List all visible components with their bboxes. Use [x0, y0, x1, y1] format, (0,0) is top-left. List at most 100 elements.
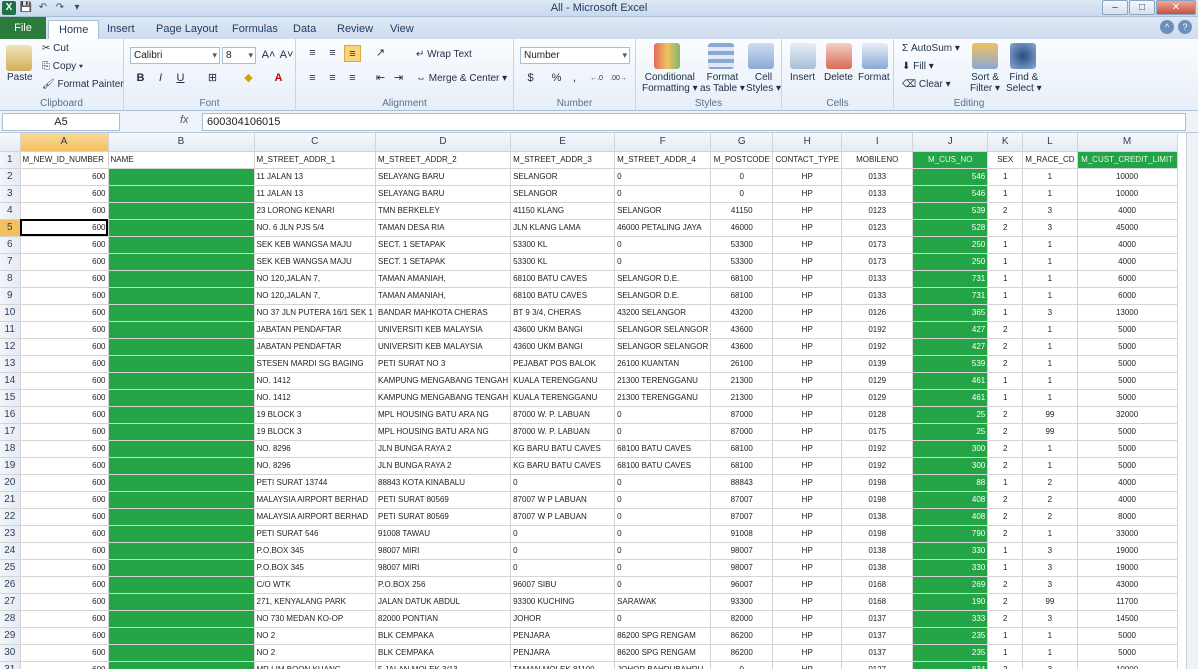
cell-l11[interactable]: 1 [1022, 321, 1078, 339]
cell-e5[interactable]: JLN KLANG LAMA [510, 219, 616, 237]
cell-e14[interactable]: KUALA TERENGGANU [510, 372, 616, 390]
cell-k19[interactable]: 2 [987, 457, 1024, 475]
cell-d23[interactable]: 91008 TAWAU [375, 525, 512, 543]
cell-b16[interactable] [108, 406, 255, 424]
align-left-icon[interactable]: ≡ [304, 70, 321, 87]
cell-a2[interactable]: 600 [20, 168, 109, 186]
cell-a26[interactable]: 600 [20, 576, 109, 594]
cell-l5[interactable]: 3 [1022, 219, 1078, 237]
cell-e30[interactable]: PENJARA [510, 644, 616, 662]
insert-cells-icon[interactable] [790, 43, 816, 69]
column-header-a[interactable]: A [20, 133, 109, 152]
cell-h22[interactable]: HP [772, 508, 843, 526]
cell-l21[interactable]: 2 [1022, 491, 1078, 509]
cell-m19[interactable]: 5000 [1077, 457, 1178, 475]
cell-e11[interactable]: 43600 UKM BANGI [510, 321, 616, 339]
cell-c20[interactable]: PETI SURAT 13744 [254, 474, 376, 492]
cell-j31[interactable]: 834 [912, 661, 989, 669]
borders-icon[interactable]: ⊞ [204, 70, 221, 87]
cell-b30[interactable] [108, 644, 255, 662]
cell-d27[interactable]: JALAN DATUK ABDUL [375, 593, 512, 611]
cell-f4[interactable]: SELANGOR [614, 202, 712, 220]
cell-h6[interactable]: HP [772, 236, 843, 254]
cell-f27[interactable]: SARAWAK [614, 593, 712, 611]
cell-m9[interactable]: 6000 [1077, 287, 1178, 305]
cell-b1[interactable]: NAME [108, 151, 255, 169]
cell-c29[interactable]: NO 2 [254, 627, 376, 645]
cell-e22[interactable]: 87007 W P LABUAN [510, 508, 616, 526]
row-header-14[interactable]: 14 [0, 372, 21, 390]
cell-i8[interactable]: 0133 [841, 270, 914, 288]
cell-a19[interactable]: 600 [20, 457, 109, 475]
cell-f19[interactable]: 68100 BATU CAVES [614, 457, 712, 475]
cell-c3[interactable]: 11 JALAN 13 [254, 185, 376, 203]
cell-b25[interactable] [108, 559, 255, 577]
cell-g18[interactable]: 68100 [710, 440, 774, 458]
cell-m5[interactable]: 45000 [1077, 219, 1178, 237]
cell-e15[interactable]: KUALA TERENGGANU [510, 389, 616, 407]
format-cells-icon[interactable] [862, 43, 888, 69]
font-size-select[interactable]: 8 [222, 47, 256, 64]
cell-a18[interactable]: 600 [20, 440, 109, 458]
help-icon[interactable]: ? [1178, 20, 1192, 34]
maximize-button[interactable]: □ [1129, 0, 1155, 15]
cell-g21[interactable]: 87007 [710, 491, 774, 509]
cell-h13[interactable]: HP [772, 355, 843, 373]
cell-i23[interactable]: 0198 [841, 525, 914, 543]
cell-i24[interactable]: 0138 [841, 542, 914, 560]
cell-a1[interactable]: M_NEW_ID_NUMBER [20, 151, 109, 169]
cell-l7[interactable]: 1 [1022, 253, 1078, 271]
cell-c13[interactable]: STESEN MARDI SG BAGING [254, 355, 376, 373]
cell-b20[interactable] [108, 474, 255, 492]
cell-e13[interactable]: PEJABAT POS BALOK [510, 355, 616, 373]
cell-m28[interactable]: 14500 [1077, 610, 1178, 628]
row-header-10[interactable]: 10 [0, 304, 21, 322]
cell-k2[interactable]: 1 [987, 168, 1024, 186]
cell-a9[interactable]: 600 [20, 287, 109, 305]
cell-f1[interactable]: M_STREET_ADDR_4 [614, 151, 712, 169]
cell-m25[interactable]: 19000 [1077, 559, 1178, 577]
cell-d28[interactable]: 82000 PONTIAN [375, 610, 512, 628]
shrink-font-button[interactable]: A˅ [278, 47, 295, 64]
cell-l17[interactable]: 99 [1022, 423, 1078, 441]
cell-i30[interactable]: 0137 [841, 644, 914, 662]
row-header-1[interactable]: 1 [0, 151, 21, 169]
cell-l15[interactable]: 1 [1022, 389, 1078, 407]
select-all-corner[interactable] [0, 133, 21, 152]
cell-m13[interactable]: 5000 [1077, 355, 1178, 373]
cell-b23[interactable] [108, 525, 255, 543]
row-header-12[interactable]: 12 [0, 338, 21, 356]
cell-c24[interactable]: P.O.BOX 345 [254, 542, 376, 560]
cell-a28[interactable]: 600 [20, 610, 109, 628]
paste-button[interactable]: Paste [7, 72, 33, 83]
align-right-icon[interactable]: ≡ [344, 70, 361, 87]
cell-l13[interactable]: 1 [1022, 355, 1078, 373]
cell-g25[interactable]: 98007 [710, 559, 774, 577]
delete-button[interactable]: Delete [824, 72, 853, 83]
cell-d20[interactable]: 88843 KOTA KINABALU [375, 474, 512, 492]
font-name-select[interactable]: Calibri [130, 47, 220, 64]
grow-font-button[interactable]: A˄ [260, 47, 277, 64]
cell-h20[interactable]: HP [772, 474, 843, 492]
cell-l8[interactable]: 1 [1022, 270, 1078, 288]
close-button[interactable]: ✕ [1156, 0, 1196, 15]
cell-m4[interactable]: 4000 [1077, 202, 1178, 220]
cell-e2[interactable]: SELANGOR [510, 168, 616, 186]
row-header-15[interactable]: 15 [0, 389, 21, 407]
increase-decimal-button[interactable]: ←.0 [588, 70, 605, 87]
cell-l26[interactable]: 3 [1022, 576, 1078, 594]
cell-b13[interactable] [108, 355, 255, 373]
formula-input[interactable]: 600304106015 [202, 113, 1186, 131]
cell-g1[interactable]: M_POSTCODE [710, 151, 774, 169]
cell-e28[interactable]: JOHOR [510, 610, 616, 628]
cell-m3[interactable]: 10000 [1077, 185, 1178, 203]
cell-l31[interactable]: 3 [1022, 661, 1078, 669]
cell-i10[interactable]: 0126 [841, 304, 914, 322]
cell-j9[interactable]: 731 [912, 287, 989, 305]
cell-c8[interactable]: NO 120,JALAN 7, [254, 270, 376, 288]
cell-d14[interactable]: KAMPUNG MENGABANG TENGAH [375, 372, 512, 390]
cell-a7[interactable]: 600 [20, 253, 109, 271]
cell-k10[interactable]: 1 [987, 304, 1024, 322]
cell-c31[interactable]: MR LIM BOON KUANG [254, 661, 376, 669]
align-top-icon[interactable]: ≡ [304, 45, 321, 62]
